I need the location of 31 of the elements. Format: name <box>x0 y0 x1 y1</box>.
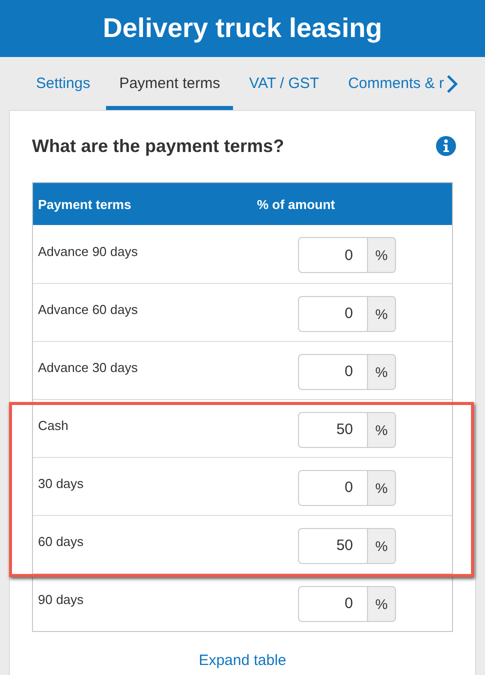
tab[interactable]: Settings <box>23 57 104 110</box>
tab[interactable]: VAT / GST <box>236 57 332 110</box>
percent-input[interactable]: 50 <box>298 528 368 564</box>
column-header: Payment terms <box>37 196 132 212</box>
chevron-right-icon <box>446 74 458 94</box>
table-cell-text: 90 days <box>37 592 84 607</box>
question-title: What are the payment terms? <box>32 136 284 156</box>
tab[interactable]: Comments & r <box>335 57 446 110</box>
percent-addon: % <box>368 528 396 564</box>
percent-addon: % <box>368 586 396 622</box>
percent-input[interactable]: 0 <box>298 470 368 506</box>
table-cell-text: Advance 90 days <box>37 244 138 258</box>
table-cell-text: Cash <box>37 418 68 433</box>
percent-input[interactable]: 0 <box>298 237 368 273</box>
expand-table-link[interactable]: Expand table <box>198 652 286 669</box>
percent-input[interactable]: 0 <box>298 586 368 622</box>
percent-addon: % <box>368 412 396 448</box>
percent-addon: % <box>368 237 396 273</box>
percent-addon: % <box>368 296 396 332</box>
percent-addon: % <box>368 470 396 506</box>
table-cell-text: 60 days <box>37 534 84 549</box>
table-cell-text: 30 days <box>37 476 84 491</box>
percent-addon: % <box>368 354 396 390</box>
table-cell-text: Advance 30 days <box>37 360 138 375</box>
percent-input[interactable]: 50 <box>298 412 368 448</box>
info-icon[interactable] <box>436 136 456 156</box>
column-header: % of amount <box>257 196 336 212</box>
percent-input[interactable]: 0 <box>298 296 368 332</box>
table-cell-text: Advance 60 days <box>37 302 138 317</box>
app-title: Delivery truck leasing <box>102 13 382 44</box>
percent-input[interactable]: 0 <box>298 354 368 390</box>
